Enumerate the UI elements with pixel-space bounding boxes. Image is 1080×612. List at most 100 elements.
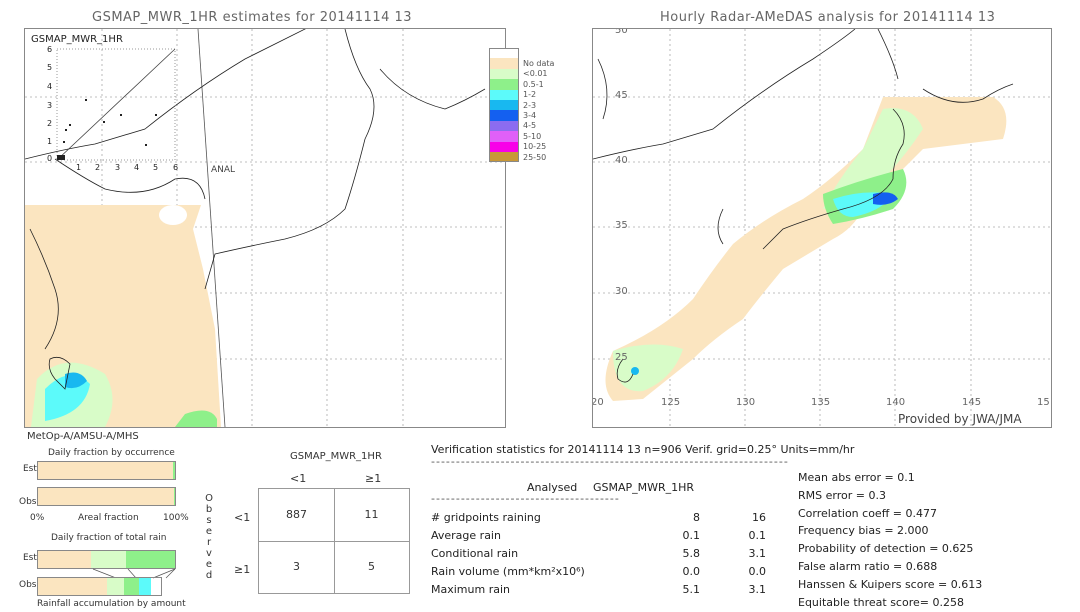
stat-row-label: Maximum rain <box>431 583 510 596</box>
lon-label-125: 125 <box>661 397 681 408</box>
occurrence-title: Daily fraction by occurrence <box>48 448 175 458</box>
stat-row-label: Conditional rain <box>431 547 519 560</box>
stat-analysed-value: 0.1 <box>682 529 701 542</box>
legend-label: No data <box>523 59 555 69</box>
lon-label-150: 15 <box>1037 397 1050 408</box>
bar-segment <box>38 488 174 505</box>
contingency-col-lt: <1 <box>290 472 307 485</box>
inset-diagonal <box>56 48 176 161</box>
legend-label: 0.5-1 <box>523 79 544 89</box>
bar-segment <box>38 551 92 568</box>
occurrence-est-label: Est <box>23 464 37 474</box>
legend-item: 3-4 <box>489 110 554 121</box>
legend-swatch <box>489 110 519 121</box>
stat-row-label: Average rain <box>431 529 501 542</box>
inset-xtick-3: 3 <box>115 163 121 172</box>
bar-segment <box>125 551 175 568</box>
score-line: Mean abs error = 0.1 <box>798 471 915 484</box>
score-line: Correlation coeff = 0.477 <box>798 506 937 520</box>
left-map-canvas <box>25 29 505 427</box>
stat-gsmap-value: 0.0 <box>748 565 767 578</box>
stat-analysed-value: 5.8 <box>682 547 701 560</box>
observed-letter: e <box>205 559 213 570</box>
swath-gap <box>159 205 187 225</box>
score-line: Probability of detection = 0.625 <box>798 542 974 556</box>
legend-item: 5-10 <box>489 131 554 142</box>
lat-label-40: 40 <box>615 155 628 166</box>
legend-item: 25-50 <box>489 151 554 163</box>
contingency-row-lt: <1 <box>234 511 251 524</box>
occurrence-xmax: 100% <box>163 513 189 523</box>
score-line: Equitable threat score= 0.258 <box>798 595 964 609</box>
legend-item: 0.5-1 <box>489 79 554 90</box>
legend-item: 4-5 <box>489 120 554 132</box>
stat-analysed-value: 5.1 <box>682 583 701 596</box>
bar-segment <box>138 578 152 595</box>
total-rain-xlabel: Rainfall accumulation by amount <box>37 599 186 609</box>
occurrence-est-bar <box>37 461 176 480</box>
observed-letter: s <box>206 515 212 526</box>
total-rain-obs-label: Obs <box>19 580 37 590</box>
bar-segment <box>91 551 126 568</box>
inset-xtick-1: 1 <box>76 163 82 172</box>
observed-letter: e <box>205 526 213 537</box>
legend-item: <0.01 <box>489 68 554 80</box>
right-map-canvas <box>593 29 1051 427</box>
lon-label-120: 20 <box>592 397 604 408</box>
legend-label: <0.01 <box>523 69 548 79</box>
legend-label: 3-4 <box>523 111 537 121</box>
observed-letter: r <box>206 537 212 548</box>
legend-swatch <box>489 131 519 142</box>
legend-label: 1-2 <box>523 90 537 100</box>
color-legend: No data <0.01 0.5-1 1-2 2-3 3-4 4-5 5-10 10-25 25… <box>489 48 555 163</box>
observed-letter: d <box>205 570 213 581</box>
inset-xtick-2: 2 <box>95 163 101 172</box>
inset-ytick-3: 3 <box>47 101 53 110</box>
lat-label-35: 35 <box>615 220 628 231</box>
legend-label: 4-5 <box>523 121 537 131</box>
contingency-col-ge: ≥1 <box>365 472 382 485</box>
inset-xtick-4: 4 <box>134 163 140 172</box>
right-map: 50 45 40 35 30 25 20 125 130 135 140 145… <box>592 28 1052 428</box>
cell-obs-lt-est-lt: 887 <box>286 508 307 521</box>
legend-swatch <box>489 48 519 59</box>
inset-ytick-0: 0 <box>47 154 53 163</box>
stat-gsmap-value: 3.1 <box>748 583 767 596</box>
legend-swatch <box>489 89 519 100</box>
legend-label: 25-50 <box>523 152 547 162</box>
stat-analysed-value: 0.0 <box>682 565 701 578</box>
contingency-col-header: GSMAP_MWR_1HR <box>290 451 382 462</box>
total-rain-est-label: Est <box>23 553 37 563</box>
legend-label: 5-10 <box>523 131 542 141</box>
legend-swatch <box>489 99 519 111</box>
lon-label-140: 140 <box>886 397 906 408</box>
lat-label-25: 25 <box>615 352 628 363</box>
bar-segment <box>38 578 107 595</box>
legend-item: No data <box>489 58 555 69</box>
bar-segment <box>38 462 173 479</box>
score-line: Hanssen & Kuipers score = 0.613 <box>798 577 983 591</box>
inset-scatter <box>56 48 176 161</box>
cell-obs-ge-est-lt: 3 <box>293 560 300 573</box>
bar-segment <box>124 578 139 595</box>
lat-label-45: 45 <box>615 90 628 101</box>
total-rain-obs-bar <box>37 577 162 596</box>
bar-segment <box>106 578 125 595</box>
lat-label-50: 50 <box>615 28 628 36</box>
verification-divider: ----------------------------------------… <box>431 455 789 468</box>
bar-segment <box>173 488 175 505</box>
bar-segment <box>172 462 175 479</box>
observed-letter: v <box>206 548 212 559</box>
inset-ytick-6: 6 <box>47 45 53 54</box>
observed-vertical-label: Observed <box>204 493 214 581</box>
observed-letter: O <box>205 493 213 504</box>
legend-item: 2-3 <box>489 99 554 111</box>
occurrence-obs-label: Obs <box>19 497 37 507</box>
observed-letter: b <box>205 504 213 515</box>
score-line: False alarm ratio = 0.688 <box>798 560 938 573</box>
left-map: GSMAP_MWR_1HR 6 5 4 3 2 1 0 1 2 3 4 5 6 … <box>24 28 506 428</box>
stat-gsmap-value: 3.1 <box>748 547 767 560</box>
score-line: Frequency bias = 2.000 <box>798 524 929 538</box>
left-map-title: GSMAP_MWR_1HR estimates for 20141114 13 <box>92 10 413 25</box>
inset-xlabel: ANAL <box>211 165 236 175</box>
